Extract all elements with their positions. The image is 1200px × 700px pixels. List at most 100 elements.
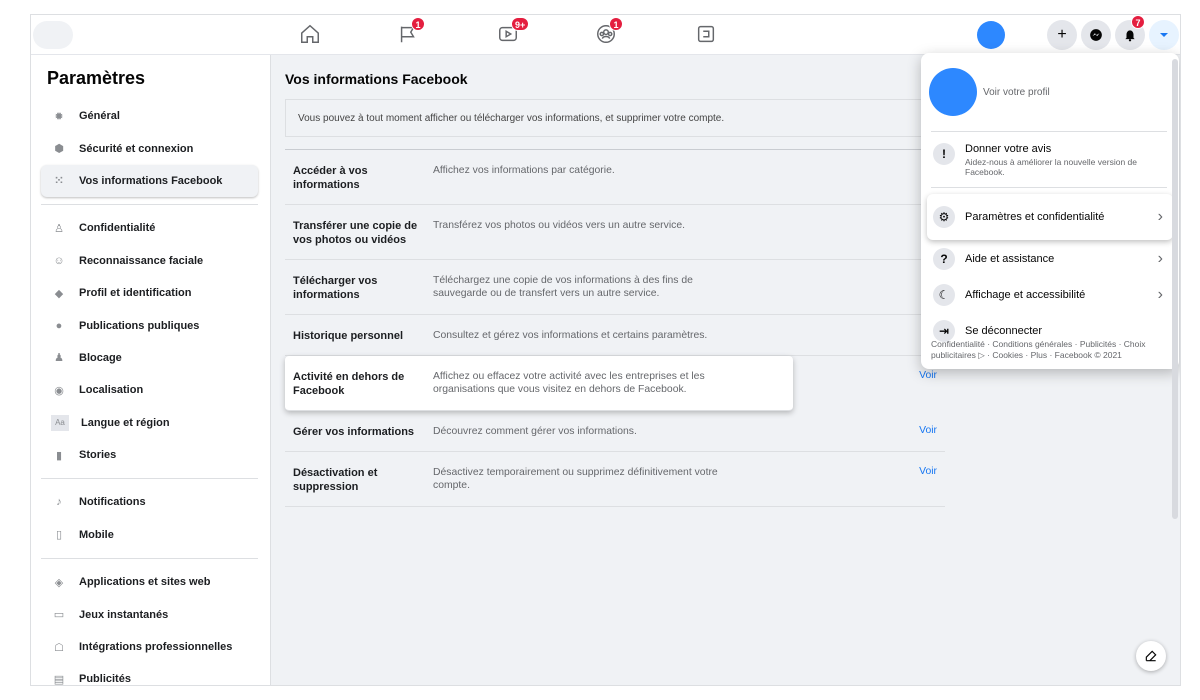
search-button[interactable]: [33, 21, 73, 49]
view-profile-link[interactable]: Voir votre profil: [929, 63, 1169, 121]
profile-avatar[interactable]: [977, 21, 1005, 49]
location-icon: ◉: [54, 384, 64, 397]
block-user-icon: ♟: [54, 352, 64, 365]
sidebar-item-label: Publications publiques: [79, 319, 200, 332]
integration-icon: ☖: [54, 641, 64, 654]
sidebar-item-mobile[interactable]: ▯ Mobile: [31, 519, 270, 551]
flag-icon[interactable]: 1: [397, 17, 425, 47]
row-label: Historique personnel: [293, 330, 404, 342]
row-description: Affichez ou effacez votre activité avec …: [433, 371, 705, 395]
sidebar-divider: [41, 558, 258, 560]
row-deactivation[interactable]: Désactivation et suppression Désactivez …: [285, 452, 945, 507]
sidebar-item-blocking[interactable]: ♟ Blocage: [31, 342, 270, 374]
row-label: Accéder à vos informations: [293, 165, 368, 191]
row-description: Transférez vos photos ou vidéos vers un …: [433, 220, 685, 231]
top-navigation-bar: 1 9+ 1 + 7: [31, 15, 1180, 55]
view-link[interactable]: Voir: [919, 370, 937, 381]
row-access-info[interactable]: Accéder à vos informations Affichez vos …: [285, 150, 945, 205]
display-accessibility-item[interactable]: ☾ Affichage et accessibilité ›: [927, 280, 1173, 310]
sidebar-item-stories[interactable]: ▮ Stories: [31, 439, 270, 471]
sidebar-item-instant-games[interactable]: ▭ Jeux instantanés: [31, 598, 270, 630]
row-manage-info[interactable]: Gérer vos informations Découvrez comment…: [285, 411, 945, 452]
sidebar-item-label: Vos informations Facebook: [79, 174, 223, 187]
main-content: Vos informations Facebook Vous pouvez à …: [285, 55, 945, 507]
account-menu-button[interactable]: [1149, 20, 1179, 50]
sidebar-item-location[interactable]: ◉ Localisation: [31, 374, 270, 406]
tag-icon: ◆: [54, 287, 64, 300]
notifications-button[interactable]: 7: [1115, 15, 1145, 50]
intro-text: Vous pouvez à tout moment afficher ou té…: [298, 113, 725, 124]
watch-icon[interactable]: 9+: [497, 17, 530, 47]
row-transfer-copy[interactable]: Transférer une copie de vos photos ou vi…: [285, 205, 945, 260]
new-message-button[interactable]: [1136, 641, 1166, 671]
cube-icon: ◈: [54, 576, 64, 589]
page-scrollbar[interactable]: [1172, 59, 1178, 519]
sidebar-item-label: Blocage: [79, 351, 122, 364]
browser-window: 1 9+ 1 + 7 Paramètres ✹ Général ⬢ Sécuri…: [30, 14, 1181, 686]
sidebar-item-label: Notifications: [79, 496, 146, 509]
sidebar-item-label: Langue et région: [81, 416, 170, 429]
view-link[interactable]: Voir: [919, 425, 937, 436]
bell-icon: ♪: [56, 496, 62, 509]
chevron-right-icon: ›: [1157, 250, 1163, 267]
avatar: [929, 68, 977, 116]
sidebar-item-language[interactable]: Aa Langue et région: [31, 407, 270, 439]
create-button[interactable]: +: [1047, 20, 1077, 50]
row-personal-history[interactable]: Historique personnel Consultez et gérez …: [285, 315, 945, 356]
sidebar-item-ads[interactable]: ▤ Publicités: [31, 663, 270, 686]
caret-down-icon: [1160, 33, 1168, 37]
sidebar-item-label: Sécurité et connexion: [79, 142, 194, 155]
gear-icon: ⚙: [933, 206, 955, 228]
row-label: Transférer une copie de vos photos ou vi…: [293, 220, 418, 246]
sidebar-item-label: Profil et identification: [79, 287, 192, 300]
row-label: Gérer vos informations: [293, 426, 415, 438]
gaming-icon[interactable]: [695, 23, 719, 47]
sidebar-item-privacy[interactable]: ♙ Confidentialité: [31, 212, 270, 244]
feedback-button[interactable]: ! Donner votre avis Aidez-nous à amélior…: [927, 137, 1173, 177]
view-profile-label: Voir votre profil: [983, 86, 1050, 98]
sidebar-item-label: Confidentialité: [79, 222, 156, 235]
menu-item-label: Se déconnecter: [965, 325, 1043, 337]
sidebar-item-facebook-info[interactable]: ⁙ Vos informations Facebook: [41, 164, 258, 198]
menu-item-label: Affichage et accessibilité: [965, 289, 1086, 301]
sidebar-item-label: Publicités: [79, 673, 131, 686]
groups-icon[interactable]: 1: [595, 17, 623, 47]
feedback-icon: !: [933, 143, 955, 165]
facebook-info-icon: ⁙: [54, 175, 64, 188]
sidebar-item-public-posts[interactable]: ● Publications publiques: [31, 309, 270, 341]
messenger-icon: [1090, 29, 1102, 41]
sidebar-item-profile-tagging[interactable]: ◆ Profil et identification: [31, 277, 270, 309]
row-description: Consultez et gérez vos informations et c…: [433, 330, 708, 341]
view-link[interactable]: Voir: [919, 466, 937, 477]
chevron-right-icon: ›: [1157, 286, 1163, 303]
sidebar-item-apps-websites[interactable]: ◈ Applications et sites web: [31, 566, 270, 598]
footer-links[interactable]: Confidentialité · Conditions générales ·…: [931, 339, 1171, 361]
row-description: Désactivez temporairement ou supprimez d…: [433, 467, 718, 491]
menu-item-label: Paramètres et confidentialité: [965, 211, 1105, 223]
sidebar-item-label: Général: [79, 110, 120, 123]
feedback-title: Donner votre avis: [965, 143, 1052, 155]
sidebar-item-business-integrations[interactable]: ☖ Intégrations professionnelles: [31, 631, 270, 663]
messenger-button[interactable]: [1081, 20, 1111, 50]
sidebar-item-security[interactable]: ⬢ Sécurité et connexion: [31, 132, 270, 164]
lock-icon: ♙: [54, 222, 64, 235]
sidebar-item-label: Reconnaissance faciale: [79, 254, 204, 267]
settings-sidebar: Paramètres ✹ Général ⬢ Sécurité et conne…: [31, 55, 271, 686]
shield-icon: ⬢: [54, 143, 64, 156]
sidebar-item-notifications[interactable]: ♪ Notifications: [31, 486, 270, 518]
row-off-facebook-activity[interactable]: Activité en dehors de Facebook Affichez …: [285, 356, 937, 411]
flag-badge: 1: [411, 17, 425, 31]
watch-badge: 9+: [511, 17, 530, 31]
help-support-item[interactable]: ? Aide et assistance ›: [927, 244, 1173, 274]
sidebar-item-face-recognition[interactable]: ☺ Reconnaissance faciale: [31, 245, 270, 277]
row-description: Téléchargez une copie de vos information…: [433, 275, 693, 299]
home-icon[interactable]: [299, 23, 323, 47]
help-icon: ?: [933, 248, 955, 270]
row-download-info[interactable]: Télécharger vos informations Téléchargez…: [285, 260, 945, 315]
row-label: Activité en dehors de Facebook: [293, 371, 405, 397]
sidebar-divider: [41, 204, 258, 206]
sidebar-item-label: Jeux instantanés: [79, 608, 169, 621]
info-list: Accéder à vos informations Affichez vos …: [285, 149, 945, 507]
sidebar-item-general[interactable]: ✹ Général: [31, 100, 270, 132]
settings-privacy-item[interactable]: ⚙ Paramètres et confidentialité ›: [927, 194, 1173, 240]
